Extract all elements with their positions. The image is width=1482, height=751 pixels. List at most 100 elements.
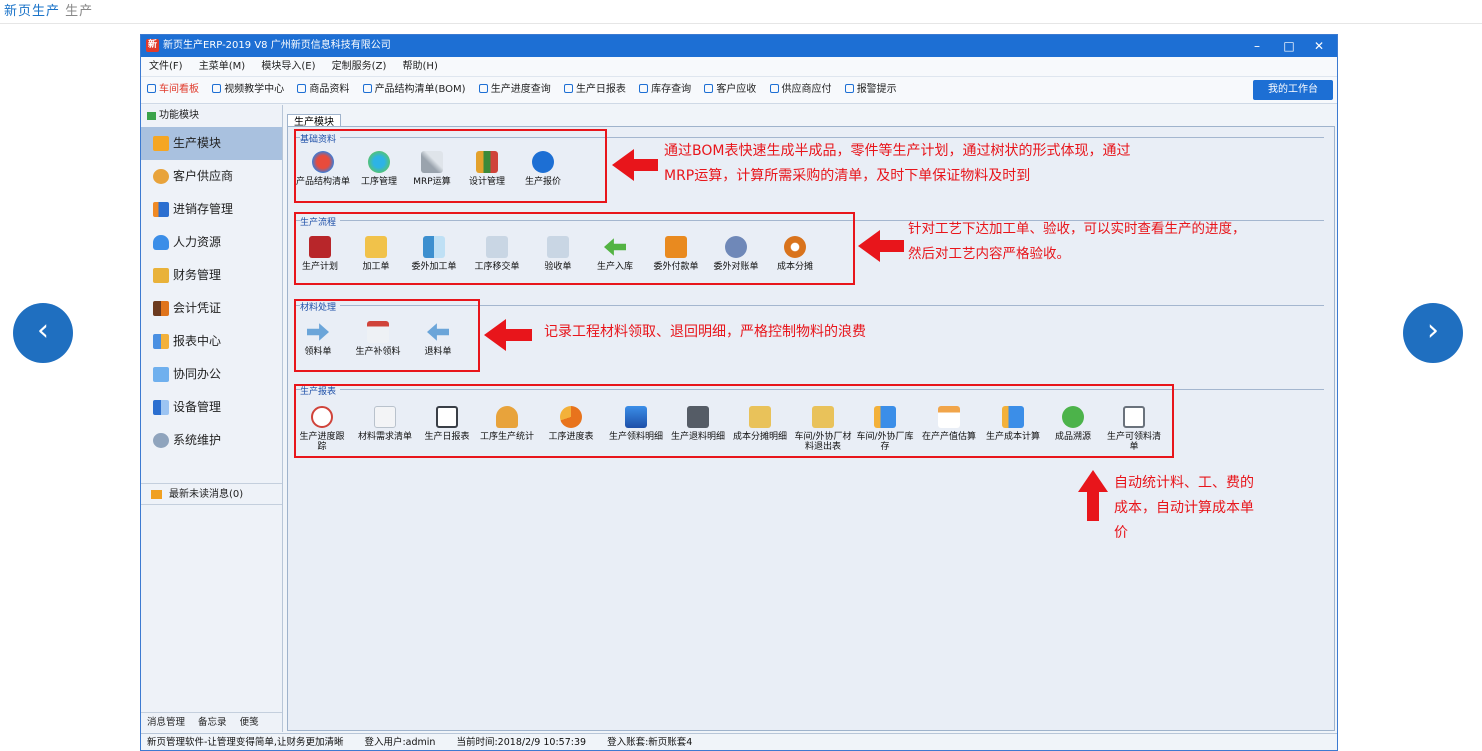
check-form-icon bbox=[547, 236, 569, 258]
maximize-button[interactable]: □ bbox=[1275, 35, 1303, 57]
annotation-arrow bbox=[612, 149, 634, 181]
report-cost-allocation-detail[interactable]: 成本分摊明细 bbox=[732, 406, 788, 442]
checkbox-icon bbox=[362, 84, 372, 93]
menu-custom-service[interactable]: 定制服务(Z) bbox=[332, 61, 387, 72]
toolbar-item-video-tutorials[interactable]: 视频教学中心 bbox=[212, 77, 284, 103]
memo-link[interactable]: 备忘录 bbox=[198, 717, 227, 728]
toolbar-item-bom[interactable]: 产品结构清单(BOM) bbox=[362, 77, 466, 103]
sidebar-item-collaboration[interactable]: 协同办公 bbox=[141, 358, 282, 391]
module-acceptance[interactable]: 验收单 bbox=[536, 236, 580, 272]
report-progress-tracking[interactable]: 生产进度跟踪 bbox=[297, 406, 347, 452]
bar-chart-icon bbox=[153, 202, 169, 217]
toolbar-item-progress-query[interactable]: 生产进度查询 bbox=[478, 77, 551, 103]
module-process-management[interactable]: 工序管理 bbox=[356, 151, 402, 187]
report-requisition-detail[interactable]: 生产领料明细 bbox=[608, 406, 664, 442]
notes-link[interactable]: 便笺 bbox=[240, 717, 259, 728]
report-wip-valuation[interactable]: 在产产值估算 bbox=[920, 406, 978, 442]
title-bar: 新 新页生产ERP-2019 V8 广州新页信息科技有限公司 – □ ✕ bbox=[141, 35, 1337, 57]
module-material-requisition[interactable]: 领料单 bbox=[298, 321, 338, 357]
module-process-handover[interactable]: 工序移交单 bbox=[470, 236, 524, 272]
lock-icon bbox=[153, 433, 169, 448]
toolbar-item-payables[interactable]: 供应商应付 bbox=[769, 77, 832, 103]
pencil-icon bbox=[421, 151, 443, 173]
clock-icon bbox=[311, 406, 333, 428]
p-badge-icon bbox=[532, 151, 554, 173]
report-workshop-material-return[interactable]: 车间/外协厂材料退出表 bbox=[794, 406, 852, 452]
breadcrumb-sub: 生产 bbox=[65, 4, 94, 19]
annotation-arrow bbox=[858, 230, 880, 262]
report-available-materials[interactable]: 生产可领料清单 bbox=[1106, 406, 1162, 452]
sidebar-item-inventory[interactable]: 进销存管理 bbox=[141, 193, 282, 226]
module-design-management[interactable]: 设计管理 bbox=[464, 151, 510, 187]
annotation-process: 针对工艺下达加工单、验收，可以实时查看生产的进度， 然后对工艺内容严格验收。 bbox=[908, 221, 1246, 262]
module-outsource-reconciliation[interactable]: 委外对账单 bbox=[708, 236, 764, 272]
book-icon bbox=[153, 301, 169, 316]
phone-book-icon bbox=[687, 406, 709, 428]
module-production-quote[interactable]: 生产报价 bbox=[520, 151, 566, 187]
toolbar-item-receivables[interactable]: 客户应收 bbox=[704, 77, 756, 103]
sidebar-item-production[interactable]: 生产模块 bbox=[141, 127, 282, 160]
arrow-right-icon bbox=[307, 323, 329, 341]
module-outsource-order[interactable]: 委外加工单 bbox=[406, 236, 462, 272]
bar-chart-icon bbox=[874, 406, 896, 428]
breadcrumb: 新页生产 生产 bbox=[4, 0, 93, 19]
module-cost-allocation[interactable]: 成本分摊 bbox=[772, 236, 818, 272]
sidebar-item-customer-supplier[interactable]: 客户供应商 bbox=[141, 160, 282, 193]
equipment-icon bbox=[153, 400, 169, 415]
tab-strip: 生产模块 bbox=[287, 110, 341, 131]
sidebar-item-reports[interactable]: 报表中心 bbox=[141, 325, 282, 358]
sidebar-bottom-links: 消息管理 备忘录 便笺 bbox=[141, 712, 282, 732]
menu-file[interactable]: 文件(F) bbox=[149, 61, 183, 72]
my-workbench-button[interactable]: 我的工作台 bbox=[1253, 80, 1333, 100]
people-icon bbox=[153, 169, 169, 184]
module-bom[interactable]: 产品结构清单 bbox=[296, 151, 350, 187]
message-management-link[interactable]: 消息管理 bbox=[147, 717, 185, 728]
report-daily[interactable]: 生产日报表 bbox=[420, 406, 474, 442]
toolbar-item-alerts[interactable]: 报警提示 bbox=[844, 77, 897, 103]
module-production-plan[interactable]: 生产计划 bbox=[298, 236, 342, 272]
carousel-next-button[interactable]: › bbox=[1403, 303, 1463, 363]
arrow-left-icon bbox=[604, 238, 626, 256]
module-mrp[interactable]: MRP运算 bbox=[412, 151, 452, 187]
edit-doc-icon bbox=[374, 406, 396, 428]
sidebar: 功能模块 生产模块 客户供应商 进销存管理 人力资源 财务管理 会计凭证 报表中… bbox=[141, 105, 283, 732]
sidebar-item-vouchers[interactable]: 会计凭证 bbox=[141, 292, 282, 325]
close-button[interactable]: ✕ bbox=[1305, 35, 1333, 57]
speaker-icon bbox=[151, 490, 162, 499]
report-process-statistics[interactable]: 工序生产统计 bbox=[480, 406, 534, 442]
sidebar-item-equipment[interactable]: 设备管理 bbox=[141, 391, 282, 424]
toolbar-item-workshop-board[interactable]: 车间看板 bbox=[147, 77, 199, 103]
toolbar-item-daily-report[interactable]: 生产日报表 bbox=[563, 77, 626, 103]
module-production-stock-in[interactable]: 生产入库 bbox=[590, 236, 640, 272]
menu-module-import[interactable]: 模块导入(E) bbox=[261, 61, 315, 72]
sidebar-item-hr[interactable]: 人力资源 bbox=[141, 226, 282, 259]
report-traceability[interactable]: 成品溯源 bbox=[1046, 406, 1100, 442]
menu-bar: 文件(F) 主菜单(M) 模块导入(E) 定制服务(Z) 帮助(H) bbox=[141, 57, 1337, 77]
module-work-order[interactable]: 加工单 bbox=[354, 236, 398, 272]
unread-messages[interactable]: 最新未读消息(0) bbox=[141, 483, 282, 505]
report-cost-calculation[interactable]: 生产成本计算 bbox=[984, 406, 1042, 442]
checkbox-icon bbox=[563, 84, 573, 93]
menu-help[interactable]: 帮助(H) bbox=[403, 61, 438, 72]
checkbox-icon bbox=[147, 84, 156, 93]
report-process-schedule[interactable]: 工序进度表 bbox=[542, 406, 600, 442]
toolbar-item-inventory-query[interactable]: 库存查询 bbox=[639, 77, 691, 103]
checkbox-icon bbox=[478, 84, 488, 93]
pie-chart-icon bbox=[560, 406, 582, 428]
menu-main[interactable]: 主菜单(M) bbox=[199, 61, 245, 72]
report-workshop-stock[interactable]: 车间/外协厂库存 bbox=[856, 406, 914, 452]
report-material-demand[interactable]: 材料需求清单 bbox=[358, 406, 412, 442]
module-material-return[interactable]: 退料单 bbox=[416, 321, 460, 357]
sidebar-item-system[interactable]: 系统维护 bbox=[141, 424, 282, 457]
sidebar-item-finance[interactable]: 财务管理 bbox=[141, 259, 282, 292]
minimize-button[interactable]: – bbox=[1243, 35, 1271, 57]
module-icon bbox=[147, 112, 156, 120]
annotation-arrow bbox=[484, 319, 506, 351]
checkbox-icon bbox=[639, 84, 649, 93]
module-outsource-payment[interactable]: 委外付款单 bbox=[648, 236, 704, 272]
annotation-materials: 记录工程材料领取、退回明细，严格控制物料的浪费 bbox=[544, 324, 866, 340]
toolbar-item-products[interactable]: 商品资料 bbox=[297, 77, 349, 103]
report-return-detail[interactable]: 生产退料明细 bbox=[670, 406, 726, 442]
module-supplementary-requisition[interactable]: 生产补领料 bbox=[350, 321, 406, 357]
carousel-prev-button[interactable]: ‹ bbox=[13, 303, 73, 363]
